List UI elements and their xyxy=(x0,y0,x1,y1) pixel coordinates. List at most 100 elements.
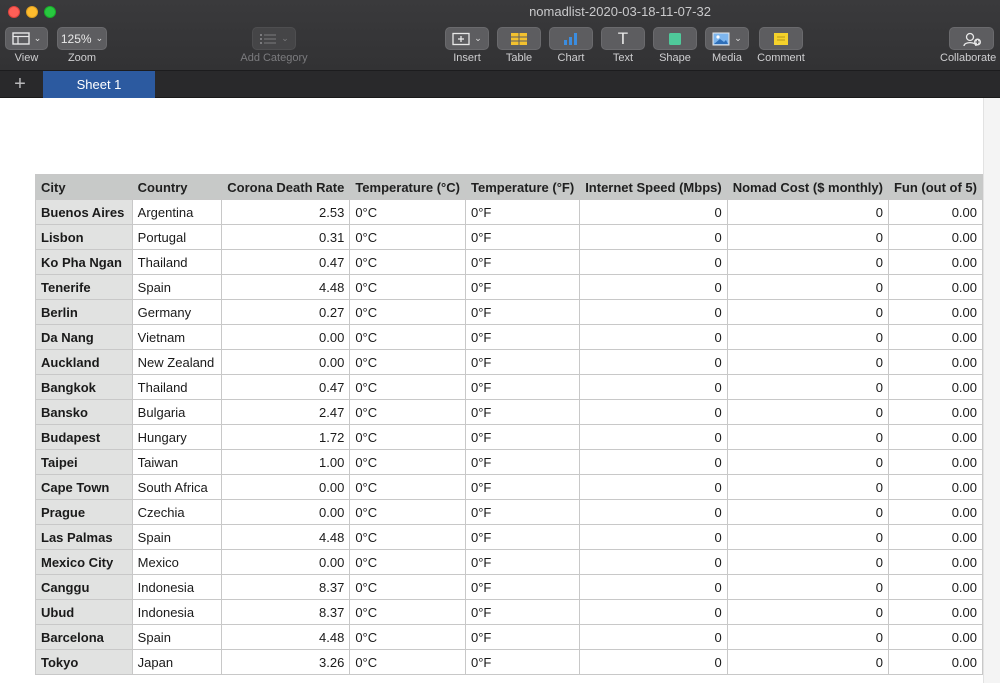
table-row[interactable]: Barcelona Spain 4.48 0°C 0°F 0 0 0.00 xyxy=(35,624,983,650)
cell-fun[interactable]: 0.00 xyxy=(887,574,983,600)
cell-country[interactable]: Indonesia xyxy=(131,574,223,600)
cell-fun[interactable]: 0.00 xyxy=(887,274,983,300)
cell-temp-f[interactable]: 0°F xyxy=(464,424,581,450)
vertical-scrollbar[interactable] xyxy=(983,98,1000,683)
cell-temp-f[interactable]: 0°F xyxy=(464,624,581,650)
cell-death-rate[interactable]: 0.31 xyxy=(221,224,351,250)
cell-temp-c[interactable]: 0°C xyxy=(349,449,466,475)
cell-internet-speed[interactable]: 0 xyxy=(579,374,728,400)
cell-country[interactable]: South Africa xyxy=(131,474,223,500)
chart-button[interactable] xyxy=(549,27,593,50)
cell-fun[interactable]: 0.00 xyxy=(887,499,983,525)
cell-nomad-cost[interactable]: 0 xyxy=(726,449,889,475)
header-fun[interactable]: Fun (out of 5) xyxy=(887,174,983,200)
media-button[interactable]: ⌄ xyxy=(705,27,749,50)
cell-nomad-cost[interactable]: 0 xyxy=(726,424,889,450)
cell-temp-f[interactable]: 0°F xyxy=(464,274,581,300)
cell-temp-f[interactable]: 0°F xyxy=(464,599,581,625)
cell-country[interactable]: Czechia xyxy=(131,499,223,525)
cell-nomad-cost[interactable]: 0 xyxy=(726,299,889,325)
cell-nomad-cost[interactable]: 0 xyxy=(726,549,889,575)
cell-internet-speed[interactable]: 0 xyxy=(579,299,728,325)
cell-city[interactable]: Tenerife xyxy=(35,274,133,300)
cell-nomad-cost[interactable]: 0 xyxy=(726,599,889,625)
cell-death-rate[interactable]: 2.47 xyxy=(221,399,351,425)
cell-nomad-cost[interactable]: 0 xyxy=(726,399,889,425)
cell-country[interactable]: Japan xyxy=(131,649,223,675)
cell-internet-speed[interactable]: 0 xyxy=(579,199,728,225)
table-row[interactable]: Tenerife Spain 4.48 0°C 0°F 0 0 0.00 xyxy=(35,274,983,300)
table-row[interactable]: Tokyo Japan 3.26 0°C 0°F 0 0 0.00 xyxy=(35,649,983,675)
cell-country[interactable]: Taiwan xyxy=(131,449,223,475)
add-category-button[interactable]: ⌄ xyxy=(252,27,296,50)
header-internet-speed[interactable]: Internet Speed (Mbps) xyxy=(579,174,728,200)
cell-temp-f[interactable]: 0°F xyxy=(464,524,581,550)
cell-temp-c[interactable]: 0°C xyxy=(349,374,466,400)
text-button[interactable]: T xyxy=(601,27,645,50)
cell-fun[interactable]: 0.00 xyxy=(887,249,983,275)
cell-city[interactable]: Lisbon xyxy=(35,224,133,250)
table-row[interactable]: Bansko Bulgaria 2.47 0°C 0°F 0 0 0.00 xyxy=(35,399,983,425)
cell-temp-c[interactable]: 0°C xyxy=(349,399,466,425)
cell-fun[interactable]: 0.00 xyxy=(887,224,983,250)
table-row[interactable]: Bangkok Thailand 0.47 0°C 0°F 0 0 0.00 xyxy=(35,374,983,400)
cell-city[interactable]: Bansko xyxy=(35,399,133,425)
cell-country[interactable]: Spain xyxy=(131,524,223,550)
header-temperature-f[interactable]: Temperature (°F) xyxy=(464,174,581,200)
table-row[interactable]: Auckland New Zealand 0.00 0°C 0°F 0 0 0.00 xyxy=(35,349,983,375)
table-row[interactable]: Berlin Germany 0.27 0°C 0°F 0 0 0.00 xyxy=(35,299,983,325)
cell-temp-c[interactable]: 0°C xyxy=(349,624,466,650)
cell-city[interactable]: Berlin xyxy=(35,299,133,325)
cell-temp-c[interactable]: 0°C xyxy=(349,324,466,350)
table-row[interactable]: Taipei Taiwan 1.00 0°C 0°F 0 0 0.00 xyxy=(35,449,983,475)
cell-city[interactable]: Las Palmas xyxy=(35,524,133,550)
cell-death-rate[interactable]: 0.47 xyxy=(221,374,351,400)
cell-temp-f[interactable]: 0°F xyxy=(464,374,581,400)
shape-button[interactable] xyxy=(653,27,697,50)
cell-fun[interactable]: 0.00 xyxy=(887,399,983,425)
cell-death-rate[interactable]: 0.00 xyxy=(221,549,351,575)
cell-death-rate[interactable]: 0.27 xyxy=(221,299,351,325)
cell-temp-c[interactable]: 0°C xyxy=(349,199,466,225)
cell-fun[interactable]: 0.00 xyxy=(887,199,983,225)
cell-death-rate[interactable]: 1.72 xyxy=(221,424,351,450)
cell-death-rate[interactable]: 4.48 xyxy=(221,524,351,550)
cell-death-rate[interactable]: 4.48 xyxy=(221,274,351,300)
cell-death-rate[interactable]: 0.00 xyxy=(221,499,351,525)
cell-city[interactable]: Prague xyxy=(35,499,133,525)
header-corona-death-rate[interactable]: Corona Death Rate xyxy=(221,174,351,200)
cell-city[interactable]: Buenos Aires xyxy=(35,199,133,225)
cell-temp-c[interactable]: 0°C xyxy=(349,299,466,325)
cell-temp-c[interactable]: 0°C xyxy=(349,649,466,675)
cell-temp-c[interactable]: 0°C xyxy=(349,549,466,575)
cell-death-rate[interactable]: 0.00 xyxy=(221,324,351,350)
cell-fun[interactable]: 0.00 xyxy=(887,449,983,475)
cell-country[interactable]: Bulgaria xyxy=(131,399,223,425)
cell-country[interactable]: Portugal xyxy=(131,224,223,250)
cell-temp-f[interactable]: 0°F xyxy=(464,399,581,425)
cell-internet-speed[interactable]: 0 xyxy=(579,274,728,300)
cell-city[interactable]: Da Nang xyxy=(35,324,133,350)
cell-fun[interactable]: 0.00 xyxy=(887,624,983,650)
cell-nomad-cost[interactable]: 0 xyxy=(726,199,889,225)
table-row[interactable]: Mexico City Mexico 0.00 0°C 0°F 0 0 0.00 xyxy=(35,549,983,575)
cell-internet-speed[interactable]: 0 xyxy=(579,524,728,550)
cell-temp-c[interactable]: 0°C xyxy=(349,274,466,300)
cell-internet-speed[interactable]: 0 xyxy=(579,624,728,650)
cell-nomad-cost[interactable]: 0 xyxy=(726,274,889,300)
cell-nomad-cost[interactable]: 0 xyxy=(726,349,889,375)
cell-death-rate[interactable]: 1.00 xyxy=(221,449,351,475)
cell-fun[interactable]: 0.00 xyxy=(887,424,983,450)
cell-country[interactable]: Mexico xyxy=(131,549,223,575)
cell-internet-speed[interactable]: 0 xyxy=(579,499,728,525)
cell-temp-c[interactable]: 0°C xyxy=(349,599,466,625)
cell-country[interactable]: Hungary xyxy=(131,424,223,450)
table-row[interactable]: Canggu Indonesia 8.37 0°C 0°F 0 0 0.00 xyxy=(35,574,983,600)
cell-internet-speed[interactable]: 0 xyxy=(579,449,728,475)
table-row[interactable]: Prague Czechia 0.00 0°C 0°F 0 0 0.00 xyxy=(35,499,983,525)
cell-temp-f[interactable]: 0°F xyxy=(464,449,581,475)
cell-city[interactable]: Bangkok xyxy=(35,374,133,400)
cell-temp-f[interactable]: 0°F xyxy=(464,649,581,675)
cell-nomad-cost[interactable]: 0 xyxy=(726,324,889,350)
cell-nomad-cost[interactable]: 0 xyxy=(726,474,889,500)
